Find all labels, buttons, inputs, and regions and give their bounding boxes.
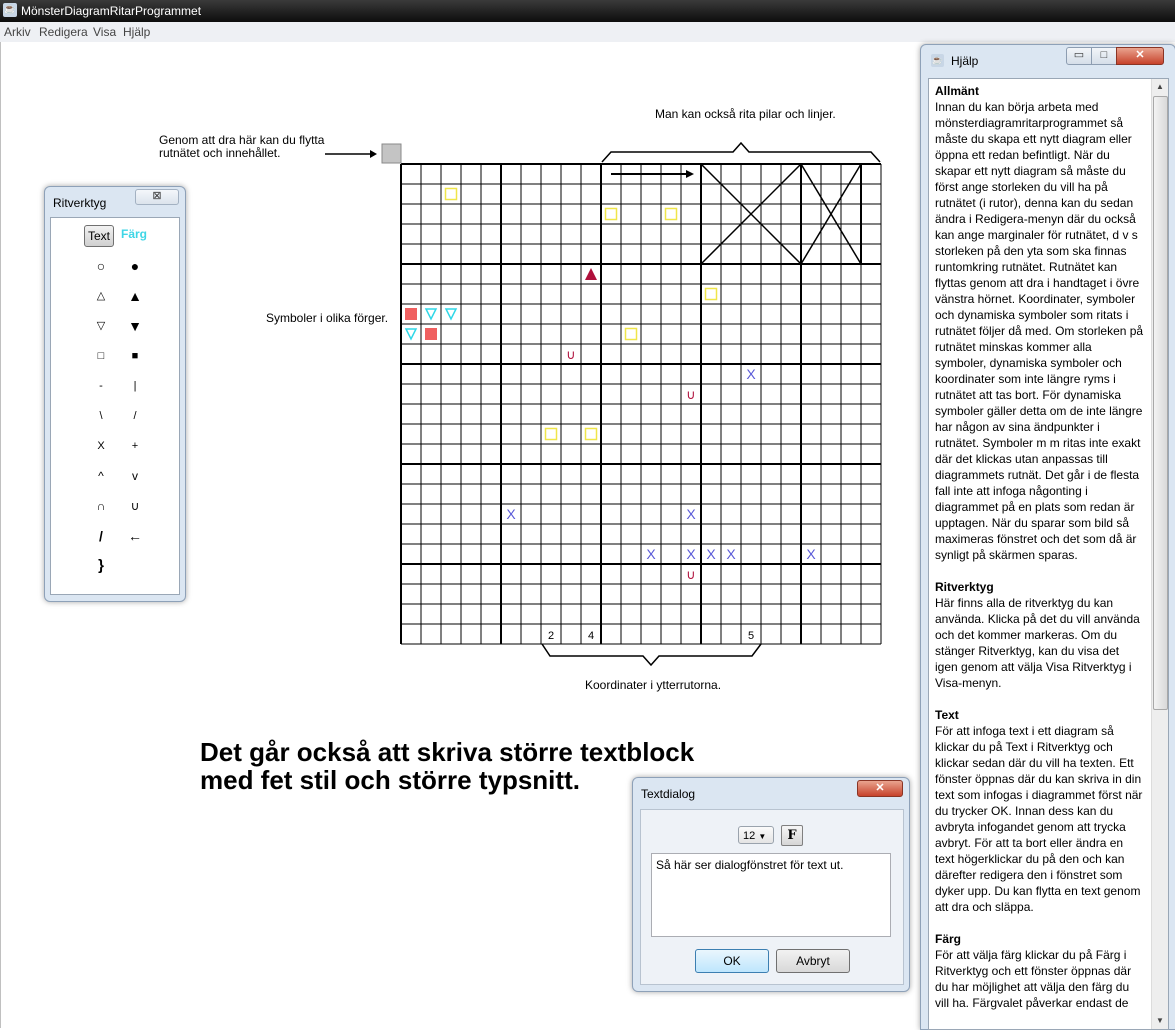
blue-x-symbol: X <box>726 546 736 562</box>
big-text-block: Det går också att skriva större textbloc… <box>200 737 695 795</box>
arc-up-tool[interactable]: ∪ <box>123 496 147 516</box>
blue-x-symbol: X <box>806 546 816 562</box>
help-body-ritverktyg: Här finns alla de ritverktyg du kan anvä… <box>935 596 1140 690</box>
drawn-arrow-head <box>686 170 694 178</box>
yellow-square-symbol <box>704 287 718 301</box>
chevron-down-icon: ▼ <box>758 832 767 841</box>
dash-tool[interactable]: - <box>89 376 113 396</box>
blue-x-symbol: X <box>686 506 696 522</box>
blue-x-symbol: X <box>646 546 656 562</box>
yellow-square-symbol <box>444 187 458 201</box>
triangle-down-outline-tool[interactable]: ▽ <box>89 316 113 336</box>
text-dialog: Textdialog ✕ 12 ▼ F Så här ser dialogfön… <box>632 777 910 992</box>
circle-filled-tool[interactable]: ● <box>123 256 147 276</box>
cancel-button[interactable]: Avbryt <box>776 949 850 973</box>
triangle-down-filled-tool[interactable]: ▼ <box>123 316 147 336</box>
help-text: Allmänt Innan du kan börja arbeta med mö… <box>935 83 1145 1027</box>
help-heading-allmant: Allmänt <box>935 84 980 98</box>
text-dialog-close-button[interactable]: ✕ <box>857 780 903 797</box>
scroll-thumb[interactable] <box>1153 96 1168 710</box>
caret-down-tool[interactable]: v <box>123 466 147 486</box>
crimson-arc-symbol: ∪ <box>566 348 576 363</box>
cyan-triangle-symbol <box>444 308 458 321</box>
java-icon: ☕ <box>931 54 944 67</box>
coordinate-label: 2 <box>548 630 554 642</box>
triangle-up-outline-tool[interactable]: △ <box>89 286 113 306</box>
help-heading-ritverktyg: Ritverktyg <box>935 580 994 594</box>
yellow-square-symbol <box>604 207 618 221</box>
help-heading-text: Text <box>935 708 959 722</box>
help-body-farg: För att välja färg klickar du på Färg i … <box>935 948 1132 1010</box>
bottom-brace <box>541 643 762 667</box>
font-size-value: 12 <box>743 830 756 842</box>
brace-tool[interactable]: } <box>89 556 113 576</box>
plus-tool[interactable]: + <box>123 436 147 456</box>
slash-tool[interactable]: / <box>123 406 147 426</box>
help-body-allmant: Innan du kan börja arbeta med mönsterdia… <box>935 100 1144 562</box>
toolbox-close-button[interactable]: ⊠ <box>135 189 179 205</box>
cyan-triangle-symbol <box>404 328 418 341</box>
coordinate-label: 4 <box>588 630 594 642</box>
red-square-symbol <box>425 328 437 340</box>
text-tool-button[interactable]: Text <box>84 225 114 247</box>
ok-button[interactable]: OK <box>695 949 769 973</box>
yellow-square-symbol <box>584 427 598 441</box>
arc-down-tool[interactable]: ∩ <box>89 496 113 516</box>
font-size-select[interactable]: 12 ▼ <box>738 826 774 844</box>
caret-up-tool[interactable]: ^ <box>89 466 113 486</box>
drag-handle <box>381 143 402 164</box>
bold-toggle-button[interactable]: F <box>781 825 803 846</box>
triangle-up-filled-tool[interactable]: ▲ <box>123 286 147 306</box>
toolbox-window: Ritverktyg ⊠ Text Färg ○ ● △ ▲ ▽ ▼ □ ■ -… <box>44 186 186 602</box>
circle-outline-tool[interactable]: ○ <box>89 256 113 276</box>
yellow-square-symbol <box>664 207 678 221</box>
arrow-tool[interactable]: ← <box>123 526 147 546</box>
yellow-square-symbol <box>544 427 558 441</box>
red-square-symbol <box>405 308 417 320</box>
help-window: ☕ Hjälp ▭ □ ✕ Allmänt Innan du kan börja… <box>920 44 1175 1030</box>
yellow-square-symbol <box>624 327 638 341</box>
top-brace <box>601 141 881 163</box>
cyan-triangle-symbol <box>424 308 438 321</box>
blue-x-symbol: X <box>686 546 696 562</box>
text-dialog-title: Textdialog <box>641 787 696 801</box>
crimson-arc-symbol: ∪ <box>686 388 696 403</box>
help-scrollbar[interactable]: ▲ ▼ <box>1151 79 1168 1029</box>
coordinate-label: 5 <box>748 630 754 642</box>
help-body-text: För att infoga text i ett diagram så kli… <box>935 724 1143 914</box>
crimson-arc-symbol: ∪ <box>686 568 696 583</box>
help-content: Allmänt Innan du kan börja arbeta med mö… <box>928 78 1169 1030</box>
square-filled-tool[interactable]: ■ <box>123 346 147 366</box>
annotation-arrow-head <box>370 150 377 158</box>
toolbox-panel: Text Färg ○ ● △ ▲ ▽ ▼ □ ■ - | \ / X + ^ … <box>50 217 180 595</box>
square-outline-tool[interactable]: □ <box>89 346 113 366</box>
scroll-up-icon[interactable]: ▲ <box>1152 79 1168 95</box>
blue-x-symbol: X <box>706 546 716 562</box>
colored-symbols-label: Symboler i olika förger. <box>266 311 389 325</box>
help-heading-farg: Färg <box>935 932 962 946</box>
crimson-triangle-symbol <box>585 268 597 280</box>
coordinates-label: Koordinater i ytterrutorna. <box>585 678 722 692</box>
blue-x-symbol: X <box>506 506 516 522</box>
help-title: Hjälp <box>951 54 979 68</box>
text-input[interactable]: Så här ser dialogfönstret för text ut. <box>651 853 891 937</box>
minimize-button[interactable]: ▭ <box>1066 47 1092 65</box>
backslash-tool[interactable]: \ <box>89 406 113 426</box>
line-tool[interactable]: / <box>89 526 113 546</box>
arrows-lines-label: Man kan också rita pilar och linjer. <box>655 107 836 121</box>
color-tool-button[interactable]: Färg <box>121 227 147 241</box>
vertical-line-tool[interactable]: | <box>123 376 147 396</box>
toolbox-title: Ritverktyg <box>53 196 107 210</box>
blue-x-symbol: X <box>746 366 756 382</box>
drag-handle-label: Genom att dra här kan du flytta rutnätet… <box>159 133 325 160</box>
help-close-button[interactable]: ✕ <box>1116 47 1164 65</box>
text-dialog-body: 12 ▼ F Så här ser dialogfönstret för tex… <box>640 809 904 985</box>
maximize-button[interactable]: □ <box>1091 47 1117 65</box>
scroll-down-icon[interactable]: ▼ <box>1152 1013 1168 1029</box>
cross-x-tool[interactable]: X <box>89 436 113 456</box>
